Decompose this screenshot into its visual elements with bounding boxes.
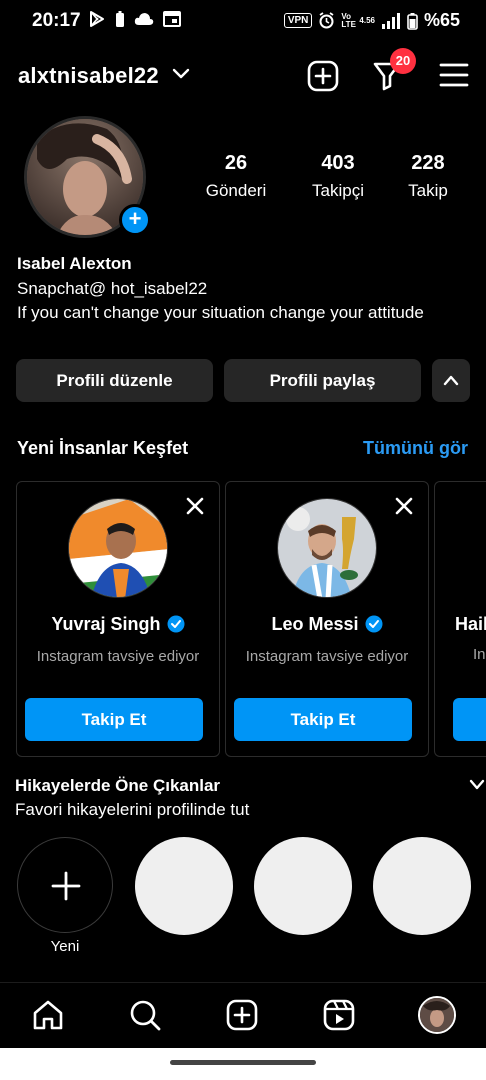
battery-percent: %65 [423, 10, 460, 30]
reels-icon[interactable] [322, 998, 356, 1032]
suggestion-name-text: Leo Messi [271, 614, 359, 634]
suggestion-name[interactable]: Yuvraj Singh [17, 614, 219, 635]
verified-badge-icon [365, 615, 383, 633]
profile-bio: Isabel Alexton Snapchat@ hot_isabel22 If… [17, 252, 457, 326]
volte-label: Vo LTE [341, 11, 356, 29]
close-icon[interactable] [185, 496, 205, 516]
highlights-title: Hikayelerde Öne Çıkanlar [15, 776, 221, 795]
battery-small-icon [116, 11, 124, 27]
nav-profile-photo [420, 998, 454, 1032]
share-profile-button[interactable]: Profili paylaş [224, 359, 421, 402]
bio-line-quote: If you can't change your situation chang… [17, 303, 424, 322]
add-story-button[interactable]: + [119, 204, 151, 236]
suggestion-card[interactable]: Leo Messi Instagram tavsiye ediyor Takip… [225, 481, 429, 757]
profile-name: Isabel Alexton [17, 254, 132, 273]
suggestion-name-text: Hail [455, 614, 486, 634]
chevron-up-icon [443, 375, 459, 386]
follow-button[interactable]: Takip Et [234, 698, 412, 741]
stat-followers[interactable]: 403 Takipçi [302, 152, 374, 201]
play-store-icon [90, 11, 104, 27]
search-icon[interactable] [128, 998, 162, 1032]
system-navigation-area [0, 1048, 486, 1080]
profile-avatar-icon[interactable] [418, 996, 456, 1034]
stat-posts-label: Gönderi [205, 181, 267, 200]
suggestion-name[interactable]: Leo Messi [226, 614, 428, 635]
plus-icon [51, 871, 81, 901]
stat-followers-label: Takipçi [312, 181, 364, 200]
follow-button[interactable]: Takip Et [25, 698, 203, 741]
cloud-icon [134, 13, 154, 25]
stat-followers-value: 403 [321, 152, 355, 174]
status-right-icons: VPN Vo LTE 4.56 %65 [283, 10, 460, 31]
suggestion-photo [69, 499, 167, 597]
suggestion-card[interactable]: Yuvraj Singh Instagram tavsiye ediyor Ta… [16, 481, 220, 757]
menu-icon[interactable] [439, 62, 469, 88]
new-highlight-label: Yeni [50, 938, 80, 955]
highlight-placeholder[interactable] [254, 837, 352, 935]
see-all-link[interactable]: Tümünü gör [363, 438, 468, 459]
suggestion-reason: Instagram tavsiye ediyor [245, 648, 409, 665]
discover-toggle-button[interactable] [432, 359, 470, 402]
status-bar: 20:17 VPN Vo LTE 4.56 %65 [0, 0, 486, 42]
highlight-placeholder[interactable] [373, 837, 471, 935]
chevron-down-icon[interactable] [172, 67, 190, 81]
suggestion-reason: Instagram tavsiye ediyor [36, 648, 200, 665]
signal-icon [381, 12, 400, 29]
follow-button[interactable] [453, 698, 486, 741]
stat-following-value: 228 [411, 152, 445, 174]
battery-icon [407, 12, 418, 30]
calendar-icon [163, 11, 181, 27]
edit-profile-button[interactable]: Profili düzenle [16, 359, 213, 402]
suggestion-name-text: Yuvraj Singh [51, 614, 161, 634]
net-speed: 4.56 [359, 16, 375, 25]
stat-posts-value: 26 [224, 152, 248, 174]
username-switcher[interactable]: alxtnisabel22 [18, 63, 159, 89]
new-highlight-button[interactable] [17, 837, 113, 933]
home-icon[interactable] [31, 998, 65, 1032]
suggestion-avatar[interactable] [277, 498, 377, 598]
bio-line-snapchat: Snapchat@ hot_isabel22 [17, 278, 208, 298]
suggestion-photo [278, 499, 376, 597]
create-post-icon[interactable] [306, 59, 340, 93]
highlight-placeholder[interactable] [135, 837, 233, 935]
highlights-subtitle: Favori hikayelerini profilinde tut [15, 800, 250, 819]
stat-following-label: Takip [408, 181, 448, 200]
create-icon[interactable] [225, 998, 259, 1032]
suggestion-avatar[interactable] [68, 498, 168, 598]
notification-badge: 20 [390, 48, 416, 74]
bottom-nav [0, 982, 486, 1048]
status-time: 20:17 [32, 10, 81, 31]
home-gesture-bar[interactable] [170, 1060, 316, 1065]
suggestion-reason: In [473, 646, 486, 663]
close-icon[interactable] [394, 496, 414, 516]
stat-posts[interactable]: 26 Gönderi [200, 152, 272, 201]
status-left-icons [88, 10, 181, 28]
verified-badge-icon [167, 615, 185, 633]
vpn-badge: VPN [283, 13, 313, 28]
stat-following[interactable]: 228 Takip [392, 152, 464, 201]
chevron-down-icon[interactable] [468, 778, 486, 792]
discover-title: Yeni İnsanlar Keşfet [17, 438, 189, 458]
suggestion-card-partial[interactable]: Hail In [434, 481, 486, 757]
alarm-icon [319, 12, 334, 29]
